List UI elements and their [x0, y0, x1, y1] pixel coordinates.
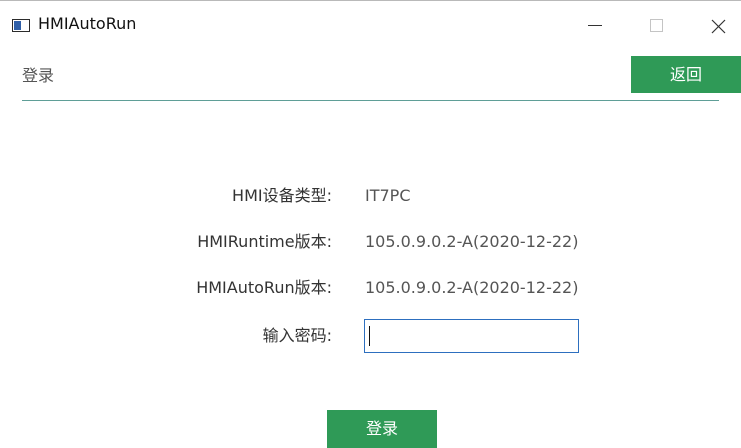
close-button[interactable] [695, 2, 741, 38]
login-button[interactable]: 登录 [327, 410, 437, 448]
title-bar: HMIAutoRun [0, 1, 741, 37]
close-icon [711, 19, 726, 34]
app-window-icon [12, 19, 30, 32]
minimize-icon [588, 25, 602, 26]
device-type-value: IT7PC [365, 186, 411, 205]
hmi-autorun-window: HMIAutoRun 登录 返回 HMI设备类型: IT7PC HMIRunti… [0, 0, 741, 448]
autorun-version-label: HMIAutoRun版本: [196, 278, 332, 297]
device-type-label: HMI设备类型: [232, 186, 332, 205]
maximize-button[interactable] [633, 2, 679, 38]
back-button[interactable]: 返回 [631, 56, 741, 93]
app-icon-pane [14, 21, 21, 30]
autorun-version-value: 105.0.9.0.2-A(2020-12-22) [365, 278, 579, 297]
maximize-icon [650, 19, 663, 32]
password-input[interactable] [364, 319, 579, 353]
runtime-version-value: 105.0.9.0.2-A(2020-12-22) [365, 232, 579, 251]
text-caret [369, 326, 370, 346]
runtime-version-label: HMIRuntime版本: [197, 232, 332, 251]
minimize-button[interactable] [570, 2, 616, 38]
password-label: 输入密码: [262, 326, 332, 345]
window-title: HMIAutoRun [38, 14, 137, 33]
page-title: 登录 [22, 66, 55, 85]
header-divider [22, 100, 719, 101]
